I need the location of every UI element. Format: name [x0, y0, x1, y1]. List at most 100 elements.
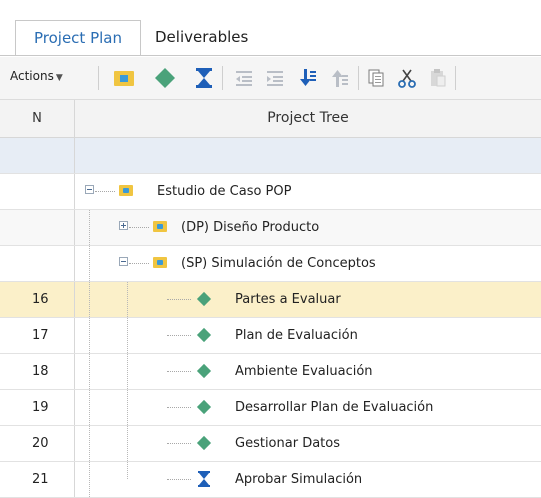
toolbar: Actions ▼	[0, 57, 541, 100]
task-icon	[196, 291, 212, 307]
add-task-icon[interactable]	[151, 65, 179, 91]
table-row[interactable]: 20 Gestionar Datos	[0, 426, 541, 462]
table-row[interactable]: 21 Aprobar Simulación	[0, 462, 541, 498]
table-row[interactable]: Estudio de Caso POP	[0, 174, 541, 210]
tree-cell: (SP) Simulación de Conceptos	[75, 246, 541, 281]
tree-connector	[167, 299, 191, 300]
tree-cell: (DP) Diseño Producto	[75, 210, 541, 245]
folder-icon	[153, 257, 167, 268]
node-label[interactable]: Aprobar Simulación	[235, 462, 362, 497]
milestone-icon	[198, 471, 210, 487]
task-icon	[196, 327, 212, 343]
tree-connector	[127, 426, 128, 461]
tree-connector	[127, 390, 128, 425]
task-icon	[196, 399, 212, 415]
node-label[interactable]: (SP) Simulación de Conceptos	[181, 246, 376, 281]
collapse-toggle-icon[interactable]	[119, 257, 128, 266]
tree-cell: Desarrollar Plan de Evaluación	[75, 390, 541, 425]
tree-connector	[89, 210, 90, 245]
caret-down-icon: ▼	[55, 73, 63, 83]
node-label[interactable]: Ambiente Evaluación	[235, 354, 373, 389]
tree-cell	[75, 138, 541, 173]
row-number: 18	[0, 354, 75, 389]
table-row[interactable]: (SP) Simulación de Conceptos	[0, 246, 541, 282]
row-number: 19	[0, 390, 75, 425]
row-number	[0, 210, 75, 245]
actions-dropdown[interactable]: Actions ▼	[10, 69, 63, 83]
node-label[interactable]: Desarrollar Plan de Evaluación	[235, 390, 433, 425]
table-row[interactable]	[0, 138, 541, 174]
tree-cell: Estudio de Caso POP	[75, 174, 541, 209]
toolbar-separator	[455, 66, 456, 90]
row-number	[0, 138, 75, 173]
move-up-icon[interactable]	[326, 65, 354, 91]
node-label[interactable]: Plan de Evaluación	[235, 318, 358, 353]
node-label[interactable]: (DP) Diseño Producto	[181, 210, 319, 245]
table-row[interactable]: 18 Ambiente Evaluación	[0, 354, 541, 390]
tab-deliverables[interactable]: Deliverables	[155, 20, 265, 55]
copy-icon[interactable]	[362, 65, 390, 91]
table-row[interactable]: (DP) Diseño Producto	[0, 210, 541, 246]
toolbar-separator	[358, 66, 359, 90]
tree-connector	[89, 462, 90, 497]
row-number: 20	[0, 426, 75, 461]
task-icon	[196, 435, 212, 451]
tree-connector	[167, 443, 191, 444]
tree-cell: Plan de Evaluación	[75, 318, 541, 353]
folder-icon	[153, 221, 167, 232]
outdent-icon[interactable]	[230, 65, 258, 91]
move-down-icon[interactable]	[294, 65, 322, 91]
row-number: 17	[0, 318, 75, 353]
tree-connector	[89, 390, 90, 425]
row-number	[0, 246, 75, 281]
tree-connector	[89, 318, 90, 353]
tree-connector	[167, 335, 191, 336]
toolbar-separator	[98, 66, 99, 90]
indent-icon[interactable]	[261, 65, 289, 91]
tree-connector	[129, 227, 149, 228]
node-label[interactable]: Partes a Evaluar	[235, 282, 341, 317]
row-number: 21	[0, 462, 75, 497]
cropped-heading	[0, 0, 541, 8]
table-row[interactable]: 17 Plan de Evaluación	[0, 318, 541, 354]
actions-label: Actions	[10, 69, 54, 83]
node-label[interactable]: Estudio de Caso POP	[157, 174, 291, 209]
tree-connector	[89, 354, 90, 389]
tree-connector	[129, 263, 149, 264]
tree-connector	[127, 354, 128, 389]
tree-connector	[127, 462, 128, 479]
tree-connector	[89, 426, 90, 461]
tree-connector	[127, 318, 128, 353]
table-row[interactable]: 19 Desarrollar Plan de Evaluación	[0, 390, 541, 426]
tree-cell: Ambiente Evaluación	[75, 354, 541, 389]
tree-cell: Aprobar Simulación	[75, 462, 541, 497]
tree-connector	[95, 191, 115, 192]
add-folder-icon[interactable]	[110, 65, 138, 91]
tree-cell: Gestionar Datos	[75, 426, 541, 461]
folder-icon	[119, 185, 133, 196]
tree-cell: Partes a Evaluar	[75, 282, 541, 317]
tab-project-plan[interactable]: Project Plan	[15, 20, 141, 56]
tree-connector	[89, 246, 90, 281]
expand-toggle-icon[interactable]	[119, 221, 128, 230]
row-number	[0, 174, 75, 209]
tree-connector	[89, 282, 90, 317]
tree-connector	[167, 371, 191, 372]
paste-icon[interactable]	[424, 65, 452, 91]
toolbar-separator	[222, 66, 223, 90]
collapse-toggle-icon[interactable]	[85, 185, 94, 194]
tree-connector	[167, 479, 191, 480]
column-header-n[interactable]: N	[0, 100, 75, 137]
column-header-project-tree[interactable]: Project Tree	[75, 100, 541, 137]
task-icon	[196, 363, 212, 379]
tab-divider	[0, 55, 541, 56]
node-label[interactable]: Gestionar Datos	[235, 426, 340, 461]
add-milestone-icon[interactable]	[190, 65, 218, 91]
row-number: 16	[0, 282, 75, 317]
tree-connector	[167, 407, 191, 408]
tree-connector	[127, 282, 128, 317]
cut-icon[interactable]	[393, 65, 421, 91]
grid-header: N Project Tree	[0, 100, 541, 138]
tab-bar: Project Plan Deliverables	[0, 20, 541, 56]
table-row[interactable]: 16 Partes a Evaluar	[0, 282, 541, 318]
